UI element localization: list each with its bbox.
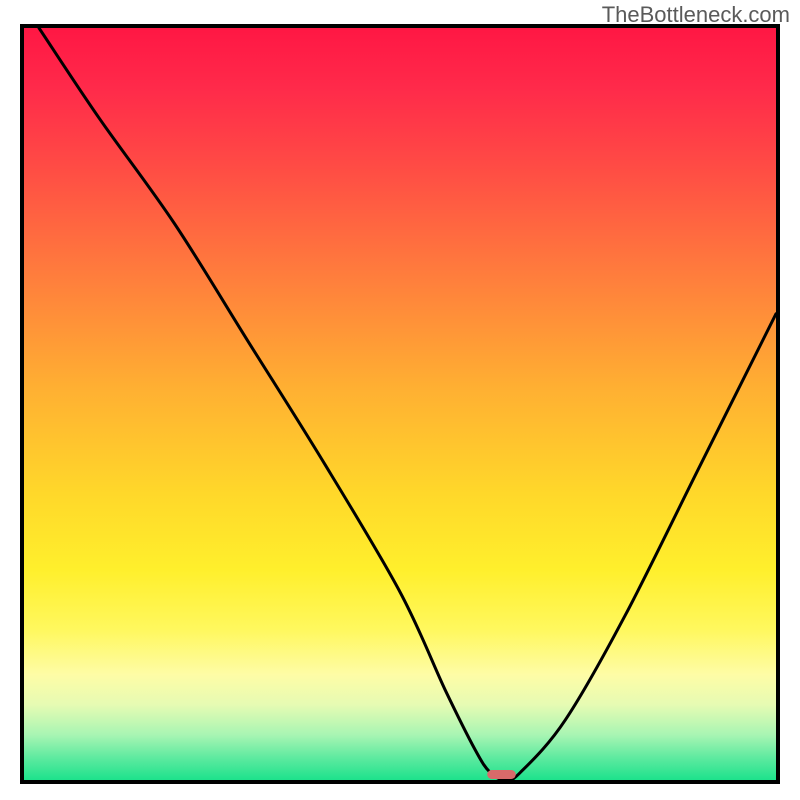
chart-container: TheBottleneck.com bbox=[0, 0, 800, 800]
watermark-text: TheBottleneck.com bbox=[602, 2, 790, 28]
curve-overlay bbox=[24, 28, 776, 780]
bottleneck-curve-path bbox=[39, 28, 776, 780]
optimal-marker bbox=[487, 770, 516, 779]
plot-area bbox=[20, 24, 780, 784]
